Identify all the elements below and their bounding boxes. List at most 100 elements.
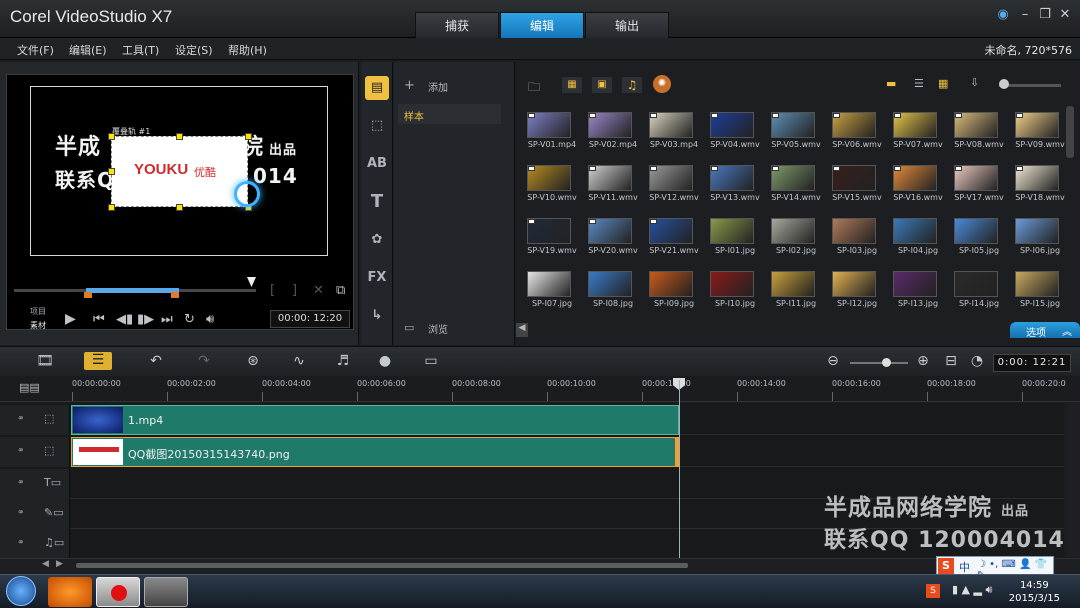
motion-tracking-icon[interactable]: ● (374, 353, 396, 369)
resize-handle[interactable] (176, 204, 183, 211)
next-frame-icon[interactable]: ▮▶ (137, 312, 154, 327)
show-audio-icon[interactable]: ♫ (622, 77, 642, 93)
sound-mixer-icon[interactable]: ∿ (288, 353, 310, 369)
media-thumbnail[interactable]: SP-I15.jpg (1012, 265, 1068, 313)
repeat-icon[interactable]: ↻ (184, 312, 195, 327)
overlay-clip[interactable]: QQ截图20150315143740.png (71, 437, 679, 467)
import-online-icon[interactable]: ✺ (653, 75, 671, 93)
media-thumbnail[interactable]: SP-V12.wmv (646, 159, 702, 207)
media-thumbnail[interactable]: SP-I07.jpg (524, 265, 580, 313)
timeline-view-icon[interactable]: ☰ (84, 352, 112, 370)
menu-tools[interactable]: 工具(T) (122, 42, 159, 58)
transition-icon[interactable]: AB (365, 152, 389, 176)
track-manager-icon[interactable]: ▤▤ (19, 381, 40, 394)
video-track-icon[interactable]: ⬚ (44, 412, 54, 425)
restore-icon[interactable]: ❐ (1036, 6, 1054, 24)
timeline-hscrollbar[interactable]: ◀ ▶ (0, 558, 1080, 572)
resize-handle[interactable] (245, 133, 252, 140)
show-video-icon[interactable]: ▦ (562, 77, 582, 93)
media-thumbnail[interactable]: SP-V09.wmv (1012, 106, 1068, 154)
home-icon[interactable]: ⏮ (93, 312, 105, 327)
media-thumbnail[interactable]: SP-V05.wmv (768, 106, 824, 154)
track-visibility-icon[interactable]: ⚭ (17, 446, 25, 456)
track-visibility-icon[interactable]: ⚭ (17, 538, 25, 548)
graphics-icon[interactable]: ✿ (365, 228, 389, 252)
app-launcher-icon[interactable] (48, 577, 92, 607)
library-scrollbar[interactable] (1066, 106, 1074, 158)
project-duration-icon[interactable]: ◔ (966, 353, 988, 369)
vertical-scrollbar[interactable] (1066, 403, 1080, 557)
tab-share[interactable]: 输出 (585, 12, 669, 38)
zoom-slider-knob[interactable] (882, 358, 891, 367)
timeline-ruler[interactable]: ▤▤ 00:00:00:00 00:00:02:00 00:00:04:00 00:0… (0, 376, 1080, 402)
trim-in-marker[interactable] (84, 292, 92, 298)
track-visibility-icon[interactable]: ⚭ (17, 478, 25, 488)
scroll-right-icon[interactable]: ▶ (56, 559, 63, 569)
tab-edit[interactable]: 编辑 (500, 12, 584, 38)
scroll-thumb[interactable] (76, 563, 688, 568)
start-button-icon[interactable] (6, 576, 36, 606)
media-thumbnail[interactable]: SP-I01.jpg (707, 212, 763, 260)
ime-mode-label[interactable]: 中 (959, 559, 970, 575)
fit-project-icon[interactable]: ⊟ (940, 353, 962, 369)
media-thumbnail[interactable]: SP-I06.jpg (1012, 212, 1068, 260)
detail-view-icon[interactable]: ☰ (914, 77, 924, 90)
track-visibility-icon[interactable]: ⚭ (17, 414, 25, 424)
zoom-out-icon[interactable]: ⊖ (822, 353, 844, 369)
menu-file[interactable]: 文件(F) (17, 42, 54, 58)
media-thumbnail[interactable]: SP-V21.wmv (646, 212, 702, 260)
split-icon[interactable]: ✕ (313, 283, 324, 298)
media-thumbnail[interactable]: SP-V17.wmv (951, 159, 1007, 207)
tray-icons[interactable]: ▮ ▲ ▂ 🔊︎ (952, 583, 992, 597)
undo-icon[interactable]: ↶ (145, 353, 167, 369)
folder-item-sample[interactable]: 样本 (398, 104, 501, 124)
media-thumbnail[interactable]: SP-V14.wmv (768, 159, 824, 207)
subtitle-editor-icon[interactable]: ▭ (420, 353, 442, 369)
play-icon[interactable]: ▶ (65, 311, 76, 327)
minimize-icon[interactable]: – (1016, 6, 1034, 24)
browse-label[interactable]: 浏览 (428, 321, 448, 336)
thumbnail-view-icon[interactable]: ▦ (938, 77, 948, 90)
record-capture-icon[interactable]: ⊛ (242, 353, 264, 369)
volume-icon[interactable]: 🔊︎ (206, 312, 214, 327)
mode-project-label[interactable]: 项目 (30, 306, 46, 317)
preview-timecode[interactable]: 00:00: 12:20 (270, 310, 350, 328)
media-thumbnail[interactable]: SP-V02.mp4 (585, 106, 641, 154)
media-thumbnail[interactable]: SP-I11.jpg (768, 265, 824, 313)
trim-out-marker[interactable] (171, 292, 179, 298)
menu-help[interactable]: 帮助(H) (228, 42, 267, 58)
overlay-track-icon[interactable]: ⬚ (44, 444, 54, 457)
media-thumbnail[interactable]: SP-V07.wmv (890, 106, 946, 154)
resize-handle[interactable] (176, 133, 183, 140)
mode-clip-label[interactable]: 素材 (30, 320, 46, 331)
media-thumbnail[interactable]: SP-V20.wmv (585, 212, 641, 260)
system-clock[interactable]: 14:59 2015/3/15 (1009, 579, 1060, 605)
videostudio-app-icon[interactable] (144, 577, 188, 607)
enlarge-icon[interactable]: ⧉ (336, 283, 345, 298)
media-thumbnail[interactable]: SP-V03.mp4 (646, 106, 702, 154)
media-thumbnail[interactable]: SP-I09.jpg (646, 265, 702, 313)
scroll-left-icon[interactable]: ◀ (42, 559, 49, 569)
music-track-icon[interactable]: ♫▭ (44, 536, 64, 549)
media-thumbnail[interactable]: SP-V06.wmv (829, 106, 885, 154)
sogou-icon[interactable]: S (938, 558, 954, 574)
media-thumbnail[interactable]: SP-I13.jpg (890, 265, 946, 313)
mark-out-icon[interactable]: ] (292, 283, 297, 298)
instant-project-icon[interactable]: ⬚ (365, 114, 389, 138)
resize-handle[interactable] (108, 204, 115, 211)
auto-music-icon[interactable]: ♬ (332, 353, 354, 369)
media-thumbnail[interactable]: SP-V16.wmv (890, 159, 946, 207)
media-thumbnail[interactable]: SP-I03.jpg (829, 212, 885, 260)
folder-open-icon[interactable]: 🗀 (528, 78, 540, 99)
zoom-in-icon[interactable]: ⊕ (912, 353, 934, 369)
filter-fx-icon[interactable]: FX (365, 266, 389, 290)
voice-track-icon[interactable]: ✎▭ (44, 506, 64, 519)
resize-handle[interactable] (108, 168, 115, 175)
sort-icon[interactable]: ⇩ (970, 76, 979, 89)
media-thumbnail[interactable]: SP-I05.jpg (951, 212, 1007, 260)
zoom-slider[interactable] (850, 362, 908, 364)
media-thumbnail[interactable]: SP-V04.wmv (707, 106, 763, 154)
media-thumbnail[interactable]: SP-I10.jpg (707, 265, 763, 313)
track-visibility-icon[interactable]: ⚭ (17, 508, 25, 518)
menu-edit[interactable]: 编辑(E) (69, 42, 107, 58)
